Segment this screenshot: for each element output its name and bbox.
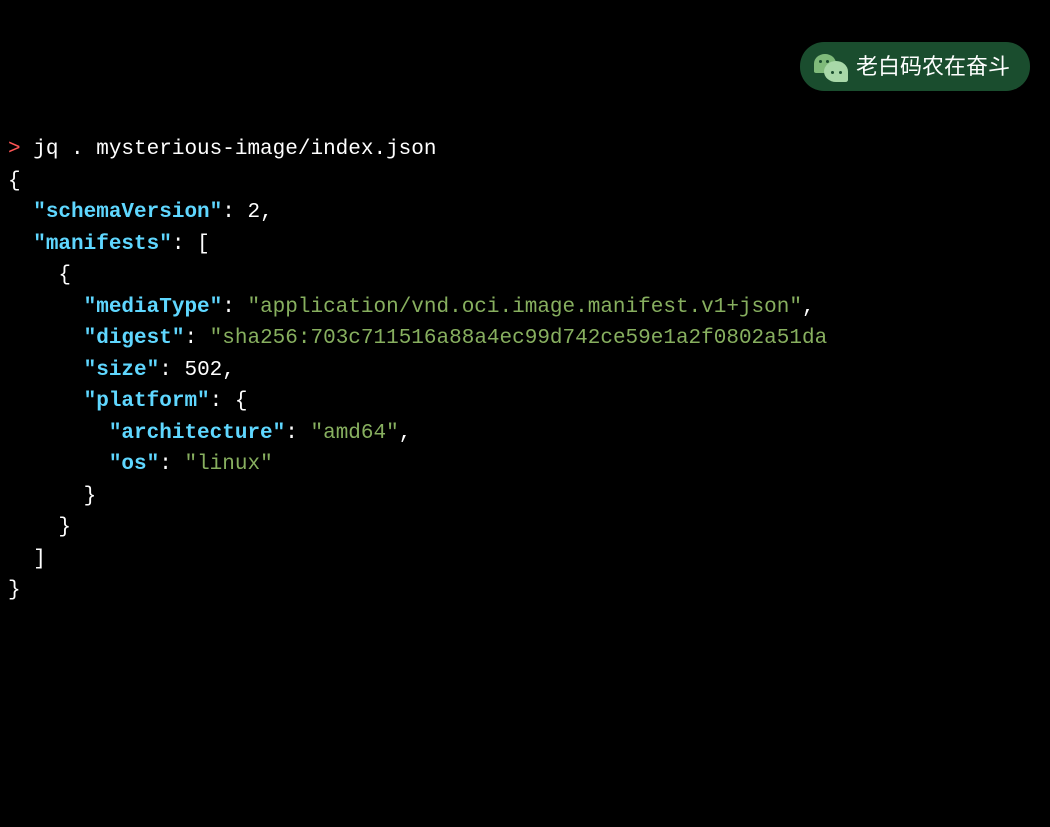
json-value-digest: "sha256:703c711516a88a4ec99d742ce59e1a2f…: [210, 327, 828, 350]
json-value-schemaversion: 2: [247, 201, 260, 224]
json-value-architecture: "amd64": [310, 422, 398, 445]
json-key-digest: "digest": [84, 327, 185, 350]
wechat-icon: [814, 52, 848, 82]
json-key-manifests: "manifests": [33, 233, 172, 256]
shell-prompt: >: [8, 138, 21, 161]
json-value-os: "linux": [184, 453, 272, 476]
watermark-text: 老白码农在奋斗: [856, 50, 1010, 83]
json-key-platform: "platform": [84, 390, 210, 413]
json-value-mediatype: "application/vnd.oci.image.manifest.v1+j…: [247, 296, 802, 319]
json-close-brace: }: [8, 579, 21, 602]
json-key-size: "size": [84, 359, 160, 382]
terminal-output: > jq . mysterious-image/index.json { "sc…: [8, 134, 1042, 607]
json-key-os: "os": [109, 453, 159, 476]
json-open-brace: {: [8, 170, 21, 193]
watermark-badge: 老白码农在奋斗: [800, 42, 1030, 91]
json-key-mediatype: "mediaType": [84, 296, 223, 319]
json-value-size: 502: [184, 359, 222, 382]
json-key-schemaversion: "schemaVersion": [33, 201, 222, 224]
shell-command: jq . mysterious-image/index.json: [33, 138, 436, 161]
json-key-architecture: "architecture": [109, 422, 285, 445]
